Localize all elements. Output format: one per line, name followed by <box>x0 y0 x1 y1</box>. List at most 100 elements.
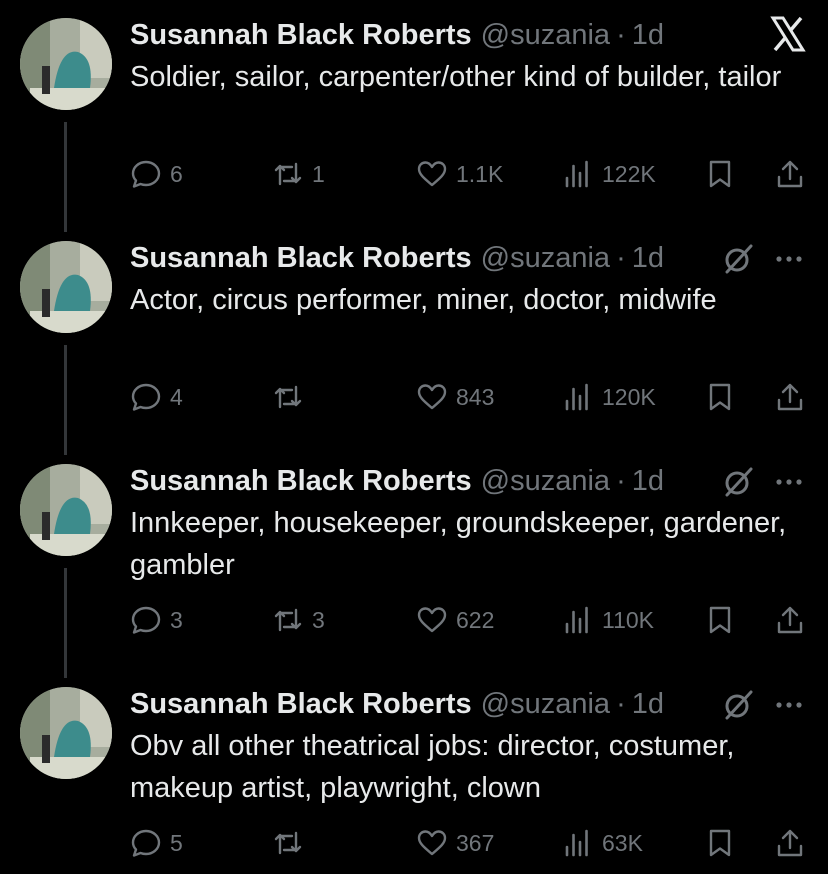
tweet-actions: 3 3 622 110K <box>130 600 810 640</box>
tweet-header: Susannah Black Roberts @suzania · 1d <box>130 15 664 55</box>
separator-dot: · <box>616 687 626 720</box>
more-options-icon[interactable] <box>772 466 806 498</box>
author-handle[interactable]: @suzania <box>481 465 610 498</box>
views-icon <box>565 829 588 857</box>
repost-icon <box>274 831 302 855</box>
grok-icon[interactable] <box>720 464 756 500</box>
views-button[interactable]: 120K <box>562 377 656 417</box>
tweet-header: Susannah Black Roberts @suzania · 1d <box>130 238 664 278</box>
views-icon <box>565 160 588 188</box>
reply-icon <box>131 829 161 857</box>
like-count: 622 <box>456 606 495 633</box>
share-button[interactable] <box>774 600 806 640</box>
like-button[interactable]: 1.1K <box>416 154 503 194</box>
like-button[interactable]: 367 <box>416 823 494 863</box>
bookmark-button[interactable] <box>704 377 736 417</box>
reply-icon <box>131 383 161 411</box>
reply-count: 4 <box>170 383 183 410</box>
views-button[interactable]: 122K <box>562 154 656 194</box>
repost-count: 1 <box>312 160 325 187</box>
bookmark-icon <box>709 606 731 634</box>
share-button[interactable] <box>774 377 806 417</box>
tweet-actions: 6 1 1.1K 122K <box>130 154 810 194</box>
author-handle[interactable]: @suzania <box>481 242 610 275</box>
avatar[interactable] <box>20 687 112 779</box>
reply-button[interactable]: 4 <box>130 377 183 417</box>
reply-count: 6 <box>170 160 183 187</box>
share-icon <box>777 829 803 857</box>
avatar[interactable] <box>20 464 112 556</box>
repost-icon <box>274 608 302 632</box>
tweet[interactable]: Susannah Black Roberts @suzania · 1d Obv… <box>0 669 828 874</box>
views-count: 120K <box>602 383 656 410</box>
repost-button[interactable]: 1 <box>272 154 325 194</box>
bookmark-icon <box>709 829 731 857</box>
bookmark-icon <box>709 160 731 188</box>
bookmark-button[interactable] <box>704 823 736 863</box>
heart-icon <box>417 384 447 410</box>
tweet-text: Actor, circus performer, miner, doctor, … <box>130 284 717 316</box>
like-button[interactable]: 843 <box>416 377 494 417</box>
reply-count: 3 <box>170 606 183 633</box>
author-name[interactable]: Susannah Black Roberts <box>130 242 472 275</box>
views-count: 63K <box>602 829 643 856</box>
reply-icon <box>131 160 161 188</box>
more-options-icon[interactable] <box>772 243 806 275</box>
tweet-text: Soldier, sailor, carpenter/other kind of… <box>130 61 782 93</box>
timestamp[interactable]: 1d <box>632 465 664 498</box>
reply-button[interactable]: 3 <box>130 600 183 640</box>
author-name[interactable]: Susannah Black Roberts <box>130 465 472 498</box>
tweet-actions: 4 843 120K <box>130 377 810 417</box>
x-logo-icon <box>768 14 808 54</box>
repost-count: 3 <box>312 606 325 633</box>
views-button[interactable]: 110K <box>562 600 654 640</box>
tweet-actions: 5 367 63K <box>130 823 810 863</box>
tweet-text: Obv all other theatrical jobs: director,… <box>130 730 735 804</box>
more-options-icon[interactable] <box>772 689 806 721</box>
heart-icon <box>417 607 447 633</box>
grok-icon[interactable] <box>720 687 756 723</box>
reply-button[interactable]: 6 <box>130 154 183 194</box>
like-button[interactable]: 622 <box>416 600 494 640</box>
author-handle[interactable]: @suzania <box>481 19 610 52</box>
tweet-header: Susannah Black Roberts @suzania · 1d <box>130 684 664 724</box>
reply-icon <box>131 606 161 634</box>
share-button[interactable] <box>774 823 806 863</box>
separator-dot: · <box>616 241 626 274</box>
reply-button[interactable]: 5 <box>130 823 183 863</box>
author-handle[interactable]: @suzania <box>481 688 610 721</box>
repost-button[interactable] <box>272 823 312 863</box>
heart-icon <box>417 161 447 187</box>
like-count: 843 <box>456 383 495 410</box>
repost-button[interactable] <box>272 377 312 417</box>
share-button[interactable] <box>774 154 806 194</box>
separator-dot: · <box>616 464 626 497</box>
repost-button[interactable]: 3 <box>272 600 325 640</box>
views-button[interactable]: 63K <box>562 823 643 863</box>
separator-dot: · <box>616 18 626 51</box>
author-name[interactable]: Susannah Black Roberts <box>130 19 472 52</box>
like-count: 367 <box>456 829 495 856</box>
thread-line <box>64 122 67 232</box>
bookmark-button[interactable] <box>704 154 736 194</box>
thread-line <box>64 345 67 455</box>
tweet[interactable]: Susannah Black Roberts @suzania · 1d Sol… <box>0 0 828 232</box>
repost-icon <box>274 162 302 186</box>
timestamp[interactable]: 1d <box>632 19 664 52</box>
avatar-image <box>20 687 112 779</box>
tweet[interactable]: Susannah Black Roberts @suzania · 1d Inn… <box>0 446 828 678</box>
avatar[interactable] <box>20 18 112 110</box>
timestamp[interactable]: 1d <box>632 242 664 275</box>
avatar-image <box>20 241 112 333</box>
views-count: 122K <box>602 160 656 187</box>
avatar[interactable] <box>20 241 112 333</box>
tweet-header: Susannah Black Roberts @suzania · 1d <box>130 461 664 501</box>
author-name[interactable]: Susannah Black Roberts <box>130 688 472 721</box>
views-icon <box>565 383 588 411</box>
avatar-image <box>20 18 112 110</box>
tweet[interactable]: Susannah Black Roberts @suzania · 1d Act… <box>0 223 828 455</box>
timestamp[interactable]: 1d <box>632 688 664 721</box>
grok-icon[interactable] <box>720 241 756 277</box>
bookmark-button[interactable] <box>704 600 736 640</box>
share-icon <box>777 383 803 411</box>
